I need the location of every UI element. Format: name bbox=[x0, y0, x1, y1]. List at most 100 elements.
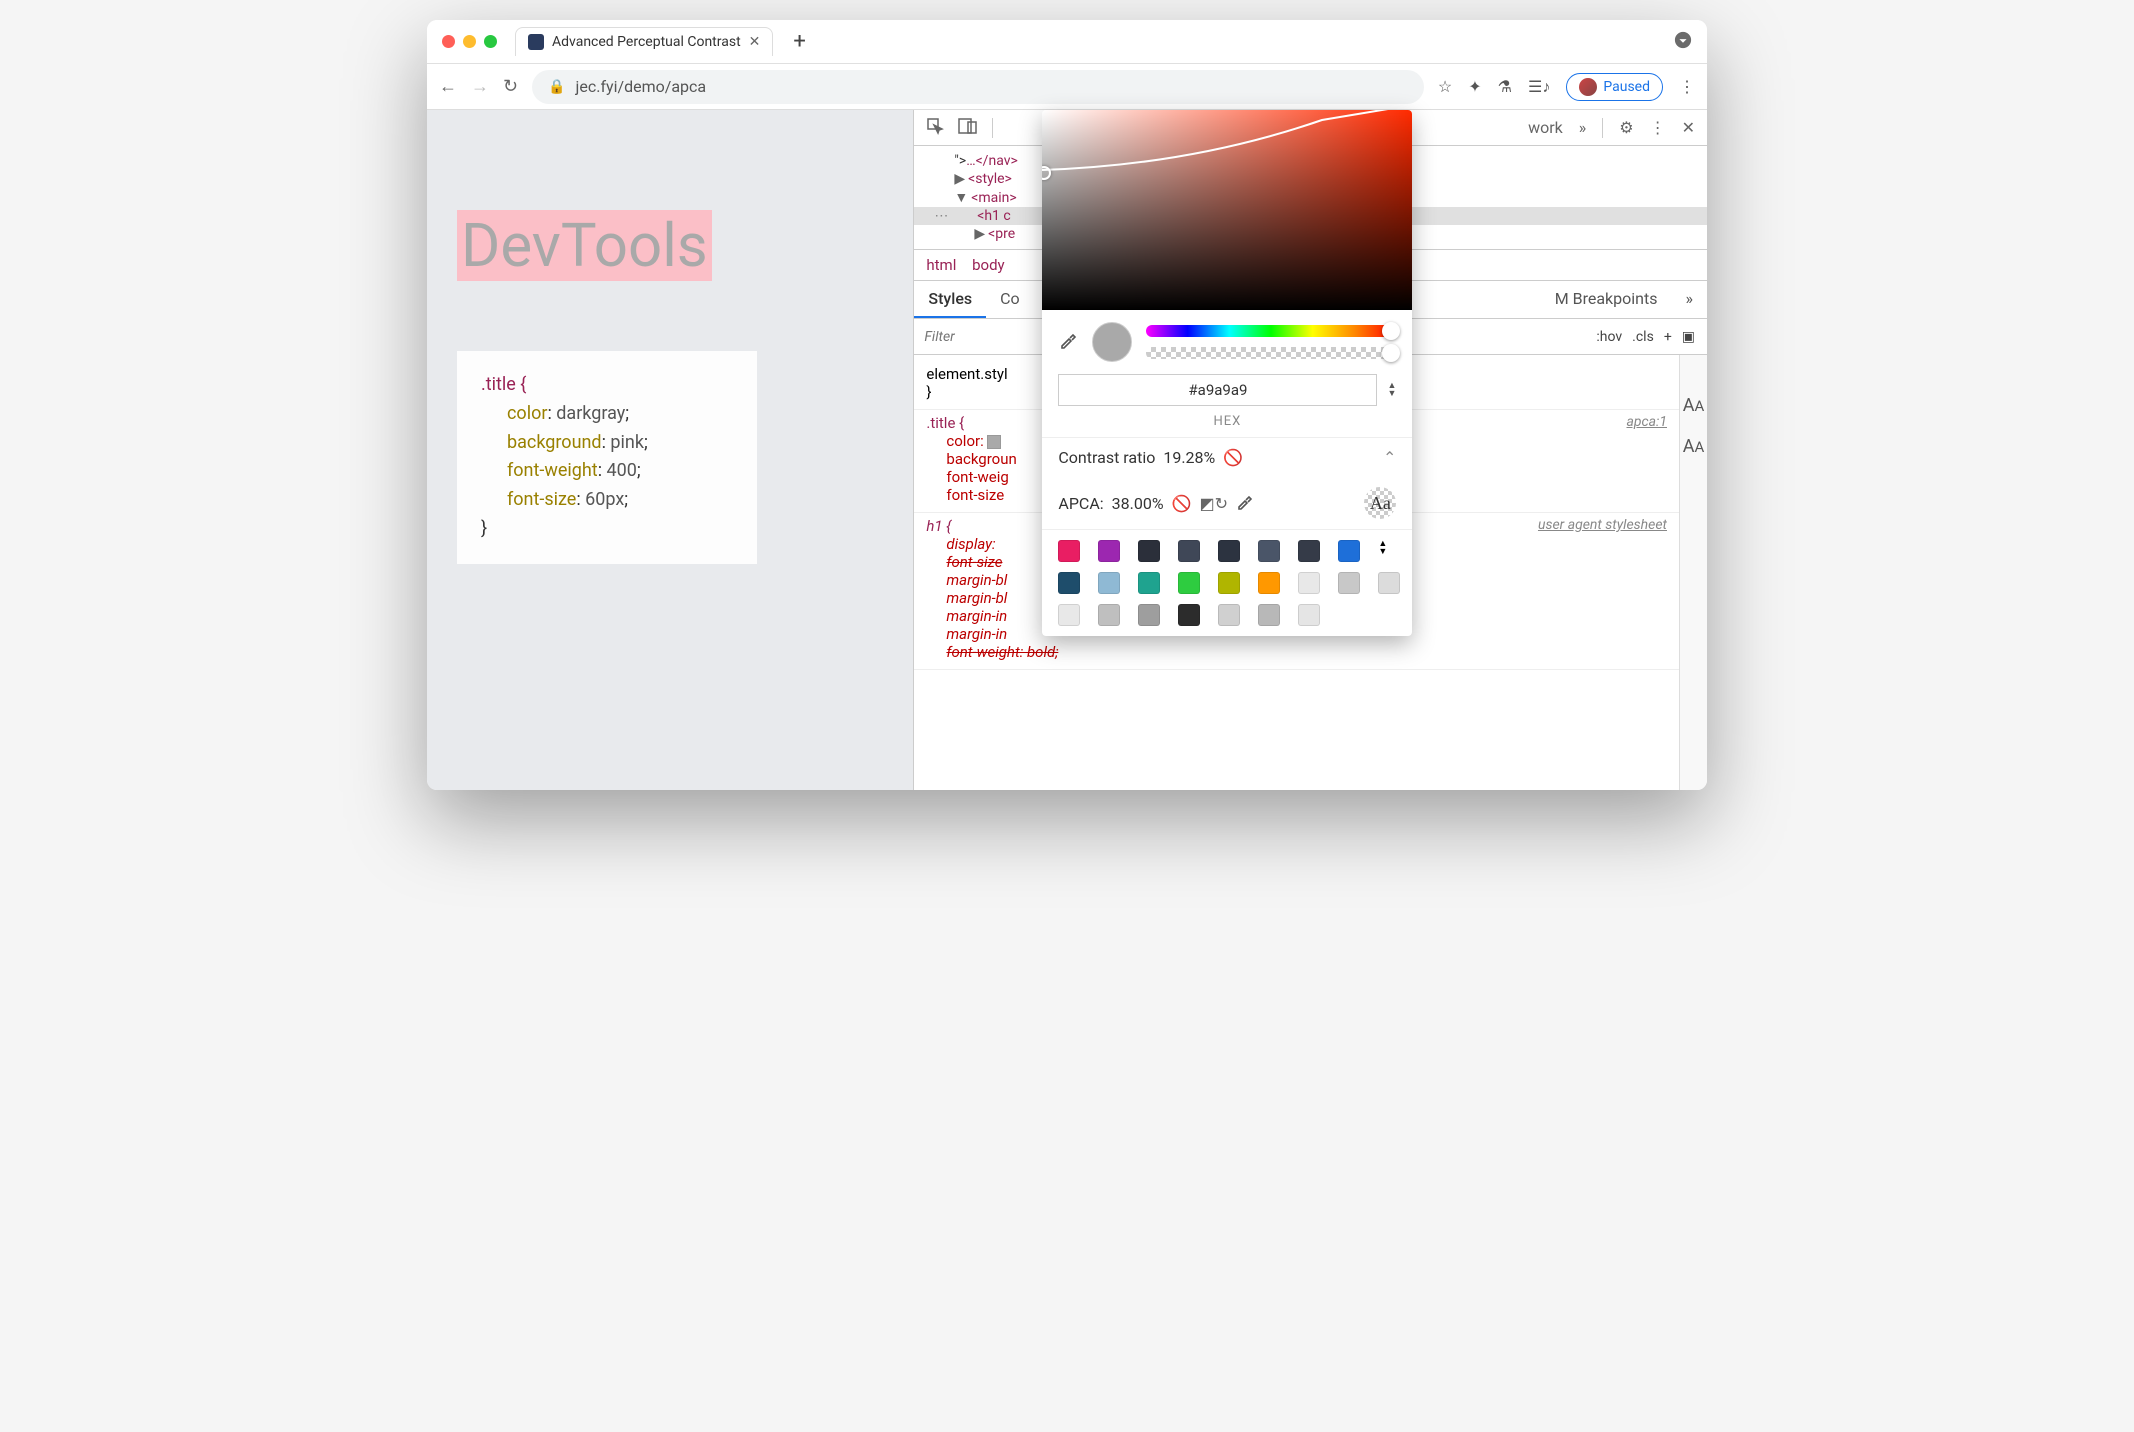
palette-swatch[interactable] bbox=[1178, 604, 1200, 626]
reading-list-icon[interactable]: ☰♪ bbox=[1528, 77, 1550, 97]
color-cursor[interactable] bbox=[1042, 166, 1051, 180]
address-bar[interactable]: 🔒 jec.fyi/demo/apca bbox=[532, 70, 1424, 104]
expand-triangle-icon[interactable]: ▶ bbox=[954, 171, 965, 187]
palette-swatch[interactable] bbox=[1298, 540, 1320, 562]
slider-knob[interactable] bbox=[1382, 322, 1400, 340]
page-heading: DevTools bbox=[457, 210, 712, 281]
rule-source: user agent stylesheet bbox=[1538, 517, 1667, 533]
eyedropper-icon[interactable] bbox=[1058, 330, 1078, 355]
font-size-icon[interactable]: AA bbox=[1683, 395, 1705, 416]
minimize-window-button[interactable] bbox=[463, 35, 476, 48]
palette-swatch[interactable] bbox=[1098, 540, 1120, 562]
palette-swatch[interactable] bbox=[1338, 540, 1360, 562]
breadcrumb-item[interactable]: body bbox=[972, 256, 1005, 274]
slider-knob[interactable] bbox=[1382, 344, 1400, 362]
close-icon[interactable]: ✕ bbox=[1682, 118, 1695, 137]
tab-dom-breakpoints-partial[interactable]: M Breakpoints bbox=[1541, 281, 1672, 318]
new-rule-button[interactable]: + bbox=[1664, 329, 1672, 345]
titlebar: Advanced Perceptual Contrast ✕ + bbox=[427, 20, 1707, 64]
palette-swatch[interactable] bbox=[1258, 604, 1280, 626]
page-code-block: .title { color: darkgray; background: pi… bbox=[457, 351, 757, 564]
more-tabs-icon[interactable]: » bbox=[1672, 281, 1708, 318]
expand-triangle-icon[interactable]: ▶ bbox=[974, 226, 985, 242]
apca-row: APCA: 38.00% 🚫 ◩↻ Aa bbox=[1042, 477, 1412, 529]
devtools-tab-partial[interactable]: work bbox=[1528, 118, 1563, 137]
palette-swatch[interactable] bbox=[1058, 604, 1080, 626]
kebab-menu-icon[interactable]: ⋮ bbox=[1679, 77, 1695, 96]
eyedropper-icon[interactable] bbox=[1236, 492, 1254, 514]
more-tabs-icon[interactable]: » bbox=[1579, 118, 1587, 137]
rule-source[interactable]: apca:1 bbox=[1626, 414, 1667, 430]
palette-swatch[interactable] bbox=[1298, 572, 1320, 594]
reload-button[interactable]: ↻ bbox=[503, 76, 518, 97]
inspect-icon[interactable] bbox=[926, 117, 944, 139]
browser-window: Advanced Perceptual Contrast ✕ + ← → ↻ 🔒… bbox=[427, 20, 1707, 790]
hex-input[interactable] bbox=[1058, 374, 1377, 406]
palette-swatch[interactable] bbox=[1178, 540, 1200, 562]
rendered-page: DevTools .title { color: darkgray; backg… bbox=[427, 110, 913, 790]
content-area: DevTools .title { color: darkgray; backg… bbox=[427, 110, 1707, 790]
alpha-slider[interactable] bbox=[1146, 347, 1396, 359]
palette-swatch[interactable] bbox=[1098, 572, 1120, 594]
text-preview-chip: Aa bbox=[1364, 487, 1396, 519]
tab-title: Advanced Perceptual Contrast bbox=[552, 34, 741, 50]
forward-button: → bbox=[471, 76, 489, 97]
color-swatch-icon[interactable] bbox=[987, 435, 1001, 449]
palette-swatch[interactable] bbox=[1298, 604, 1320, 626]
window-controls bbox=[442, 35, 497, 48]
star-icon[interactable]: ☆ bbox=[1438, 77, 1452, 96]
palette-swatch[interactable] bbox=[1058, 572, 1080, 594]
palette-swatch[interactable] bbox=[1178, 572, 1200, 594]
palette-swatch[interactable] bbox=[1258, 572, 1280, 594]
palette-swatch[interactable] bbox=[1218, 540, 1240, 562]
extensions-icon[interactable]: ✦ bbox=[1468, 77, 1481, 96]
palette-swatch[interactable] bbox=[1338, 572, 1360, 594]
styles-sidebar: AA AA bbox=[1679, 355, 1707, 790]
close-tab-icon[interactable]: ✕ bbox=[749, 34, 761, 50]
hov-toggle[interactable]: :hov bbox=[1596, 329, 1622, 345]
back-button[interactable]: ← bbox=[439, 76, 457, 97]
color-picker: ▲▼ HEX Contrast ratio 19.28% 🚫 ⌃ APCA: 3… bbox=[1042, 110, 1412, 636]
toggle-sidebar-icon[interactable]: ▣ bbox=[1682, 329, 1695, 345]
avatar bbox=[1579, 78, 1597, 96]
palette-swatch[interactable] bbox=[1218, 572, 1240, 594]
new-tab-button[interactable]: + bbox=[793, 29, 805, 54]
palette-swatch[interactable] bbox=[1138, 604, 1160, 626]
gear-icon[interactable]: ⚙ bbox=[1619, 118, 1633, 137]
maximize-window-button[interactable] bbox=[484, 35, 497, 48]
tab-styles[interactable]: Styles bbox=[914, 281, 986, 318]
favicon bbox=[528, 34, 544, 50]
palette-swatch[interactable] bbox=[1098, 604, 1120, 626]
contrast-curve bbox=[1042, 110, 1412, 310]
color-field[interactable] bbox=[1042, 110, 1412, 310]
font-size-icon[interactable]: AA bbox=[1683, 436, 1705, 457]
ellipsis-icon[interactable]: ⋯ bbox=[934, 208, 948, 224]
palette-swatch[interactable] bbox=[1138, 540, 1160, 562]
close-window-button[interactable] bbox=[442, 35, 455, 48]
palette-swatch[interactable] bbox=[1058, 540, 1080, 562]
breadcrumb-item[interactable]: html bbox=[926, 256, 956, 274]
url-bar: ← → ↻ 🔒 jec.fyi/demo/apca ☆ ✦ ⚗ ☰♪ Pause… bbox=[427, 64, 1707, 110]
swap-icon[interactable]: ◩↻ bbox=[1199, 494, 1228, 513]
browser-tab[interactable]: Advanced Perceptual Contrast ✕ bbox=[515, 27, 773, 56]
kebab-menu-icon[interactable]: ⋮ bbox=[1650, 118, 1666, 137]
contrast-ratio-row[interactable]: Contrast ratio 19.28% 🚫 ⌃ bbox=[1042, 438, 1412, 477]
palette-swatch[interactable] bbox=[1258, 540, 1280, 562]
palette-swatch[interactable] bbox=[1218, 604, 1240, 626]
format-stepper[interactable]: ▲▼ bbox=[1387, 382, 1396, 398]
cls-toggle[interactable]: .cls bbox=[1632, 329, 1654, 345]
labs-icon[interactable]: ⚗ bbox=[1498, 77, 1512, 96]
toolbar-icons: ☆ ✦ ⚗ ☰♪ Paused ⋮ bbox=[1438, 73, 1695, 101]
chevron-up-icon[interactable]: ⌃ bbox=[1383, 448, 1396, 467]
palette-stepper[interactable]: ▲▼ bbox=[1378, 540, 1400, 562]
hue-slider[interactable] bbox=[1146, 325, 1396, 337]
collapse-triangle-icon[interactable]: ▼ bbox=[954, 190, 968, 206]
tab-computed-partial[interactable]: Co bbox=[986, 281, 1034, 318]
device-toggle-icon[interactable] bbox=[958, 117, 978, 139]
palette-swatch[interactable] bbox=[1378, 572, 1400, 594]
current-color-swatch bbox=[1092, 322, 1132, 362]
palette-swatch[interactable] bbox=[1138, 572, 1160, 594]
chevron-down-icon[interactable] bbox=[1674, 31, 1692, 53]
paused-label: Paused bbox=[1603, 79, 1650, 95]
profile-paused-pill[interactable]: Paused bbox=[1566, 73, 1663, 101]
